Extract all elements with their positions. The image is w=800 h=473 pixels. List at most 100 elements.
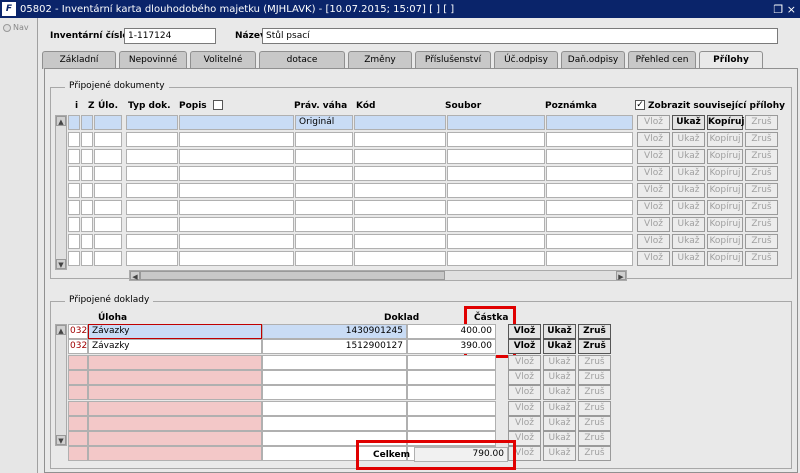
cell-doklad[interactable] xyxy=(262,415,407,431)
cell-kod[interactable] xyxy=(354,234,446,249)
cell-code[interactable]: 032 xyxy=(68,339,88,355)
cell-typ-dok[interactable] xyxy=(126,149,178,164)
cell-doklad[interactable] xyxy=(262,369,407,385)
cell-code[interactable] xyxy=(68,369,88,385)
cell-prav-vaha[interactable] xyxy=(295,149,353,164)
cell-typ-dok[interactable] xyxy=(126,200,178,215)
insert-document-button[interactable]: Vlož xyxy=(637,251,670,266)
delete-record-button[interactable]: Zruš xyxy=(578,400,611,416)
show-record-button[interactable]: Ukaž xyxy=(543,324,576,339)
insert-record-button[interactable]: Vlož xyxy=(508,400,541,416)
show-document-button[interactable]: Ukaž xyxy=(672,217,705,232)
delete-document-button[interactable]: Zruš xyxy=(745,217,778,232)
cell-typ-dok[interactable] xyxy=(126,234,178,249)
show-record-button[interactable]: Ukaž xyxy=(543,400,576,416)
show-record-button[interactable]: Ukaž xyxy=(543,339,576,355)
cell-uloha[interactable] xyxy=(88,400,262,416)
tab-nepovinne[interactable]: Nepovinné xyxy=(119,51,187,69)
cell-code[interactable] xyxy=(68,400,88,416)
show-record-button[interactable]: Ukaž xyxy=(543,431,576,447)
cell-code[interactable] xyxy=(68,354,88,370)
cell-castka[interactable]: 400.00 xyxy=(407,324,496,339)
delete-document-button[interactable]: Zruš xyxy=(745,251,778,266)
delete-record-button[interactable]: Zruš xyxy=(578,385,611,401)
insert-document-button[interactable]: Vlož xyxy=(637,234,670,249)
insert-record-button[interactable]: Vlož xyxy=(508,354,541,370)
cell-popis[interactable] xyxy=(179,132,294,147)
cell-prav-vaha[interactable] xyxy=(295,166,353,181)
copy-document-button[interactable]: Kopíruj xyxy=(707,115,744,130)
insert-document-button[interactable]: Vlož xyxy=(637,200,670,215)
cell-typ-dok[interactable] xyxy=(126,132,178,147)
cell-prav-vaha[interactable]: Originál xyxy=(295,115,353,130)
cell-prav-vaha[interactable] xyxy=(295,217,353,232)
cell-z[interactable] xyxy=(81,200,93,215)
nav-button[interactable]: Nav xyxy=(3,23,37,32)
insert-record-button[interactable]: Vlož xyxy=(508,339,541,355)
popis-checkbox[interactable] xyxy=(213,100,223,110)
cell-ulo[interactable] xyxy=(94,115,122,130)
cell-poznamka[interactable] xyxy=(546,115,633,130)
show-document-button[interactable]: Ukaž xyxy=(672,183,705,198)
cell-uloha[interactable] xyxy=(88,431,262,447)
show-related-checkbox[interactable]: ✓ xyxy=(635,100,645,110)
cell-i[interactable] xyxy=(68,115,80,130)
inventory-number-field[interactable]: 1-117124 xyxy=(124,28,216,44)
cell-doklad[interactable]: 1512900127 xyxy=(262,339,407,355)
scroll-thumb[interactable] xyxy=(140,271,445,280)
cell-uloha[interactable] xyxy=(88,446,262,462)
cell-popis[interactable] xyxy=(179,251,294,266)
cell-poznamka[interactable] xyxy=(546,183,633,198)
cell-kod[interactable] xyxy=(354,132,446,147)
scroll-down-icon[interactable]: ▼ xyxy=(56,435,66,445)
tab-zmeny[interactable]: Změny xyxy=(348,51,412,69)
records-vertical-scrollbar[interactable]: ▲ ▼ xyxy=(55,324,67,446)
insert-document-button[interactable]: Vlož xyxy=(637,217,670,232)
copy-document-button[interactable]: Kopíruj xyxy=(707,217,743,232)
delete-record-button[interactable]: Zruš xyxy=(578,415,611,431)
cell-doklad[interactable] xyxy=(262,385,407,401)
documents-vertical-scrollbar[interactable]: ▲ ▼ xyxy=(55,115,67,270)
cell-uloha[interactable] xyxy=(88,385,262,401)
cell-popis[interactable] xyxy=(179,183,294,198)
cell-ulo[interactable] xyxy=(94,234,122,249)
scroll-up-icon[interactable]: ▲ xyxy=(56,116,66,126)
insert-document-button[interactable]: Vlož xyxy=(637,166,670,181)
cell-popis[interactable] xyxy=(179,217,294,232)
cell-z[interactable] xyxy=(81,166,93,181)
cell-poznamka[interactable] xyxy=(546,200,633,215)
delete-document-button[interactable]: Zruš xyxy=(745,115,778,130)
cell-z[interactable] xyxy=(81,234,93,249)
cell-poznamka[interactable] xyxy=(546,251,633,266)
cell-ulo[interactable] xyxy=(94,251,122,266)
cell-castka[interactable] xyxy=(407,385,496,401)
cell-kod[interactable] xyxy=(354,200,446,215)
insert-document-button[interactable]: Vlož xyxy=(637,132,670,147)
show-record-button[interactable]: Ukaž xyxy=(543,385,576,401)
tab-uc-odpisy[interactable]: Úč.odpisy xyxy=(494,51,558,69)
cell-poznamka[interactable] xyxy=(546,149,633,164)
cell-uloha[interactable] xyxy=(88,415,262,431)
scroll-down-icon[interactable]: ▼ xyxy=(56,259,66,269)
cell-typ-dok[interactable] xyxy=(126,166,178,181)
cell-ulo[interactable] xyxy=(94,149,122,164)
cell-z[interactable] xyxy=(81,149,93,164)
cell-popis[interactable] xyxy=(179,234,294,249)
cell-kod[interactable] xyxy=(354,115,446,130)
restore-window-icon[interactable]: ❐ × xyxy=(770,3,800,16)
cell-soubor[interactable] xyxy=(447,166,545,181)
cell-i[interactable] xyxy=(68,132,80,147)
tab-dan-odpisy[interactable]: Daň.odpisy xyxy=(561,51,625,69)
cell-castka[interactable] xyxy=(407,369,496,385)
cell-kod[interactable] xyxy=(354,217,446,232)
cell-z[interactable] xyxy=(81,217,93,232)
cell-soubor[interactable] xyxy=(447,251,545,266)
delete-record-button[interactable]: Zruš xyxy=(578,431,611,447)
cell-soubor[interactable] xyxy=(447,183,545,198)
delete-record-button[interactable]: Zruš xyxy=(578,324,611,339)
cell-uloha[interactable]: Závazky xyxy=(88,339,262,355)
tab-volitelne[interactable]: Volitelné xyxy=(190,51,256,69)
delete-document-button[interactable]: Zruš xyxy=(745,149,778,164)
tab-dotace[interactable]: dotace xyxy=(259,51,345,69)
show-document-button[interactable]: Ukaž xyxy=(672,115,705,130)
